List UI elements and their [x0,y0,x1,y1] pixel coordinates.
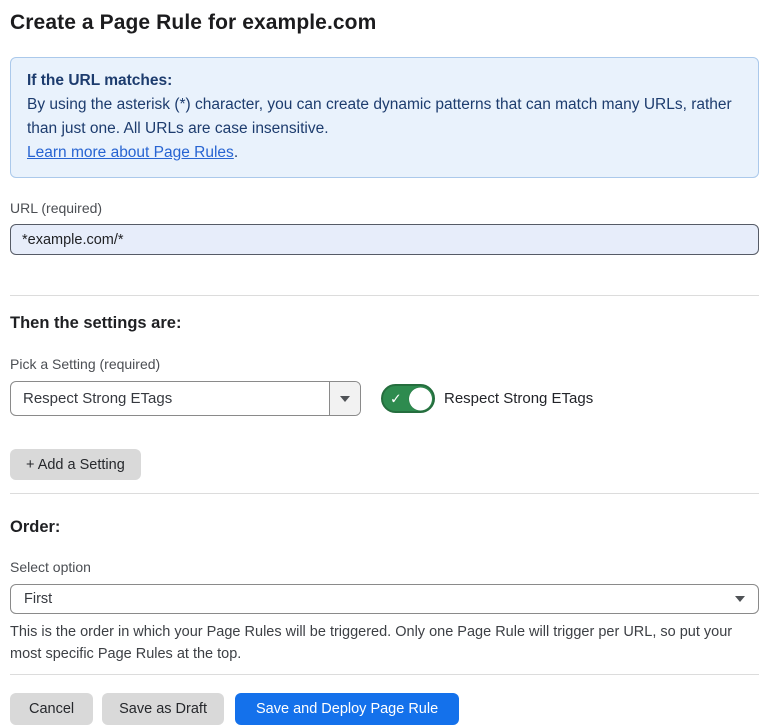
toggle-knob [409,387,432,410]
url-input[interactable] [10,224,759,255]
info-box-link-line: Learn more about Page Rules. [27,141,742,165]
link-suffix: . [234,144,238,161]
settings-section-heading: Then the settings are: [10,313,759,333]
order-select-value: First [24,591,735,607]
pick-setting-label: Pick a Setting (required) [10,355,759,373]
url-match-info-box: If the URL matches: By using the asteris… [10,57,759,178]
order-select-label: Select option [10,558,759,576]
url-field-label: URL (required) [10,199,759,217]
setting-dropdown-value: Respect Strong ETags [11,382,329,415]
order-help-text: This is the order in which your Page Rul… [10,621,759,665]
divider [10,493,759,494]
chevron-down-icon [340,396,350,402]
setting-dropdown-arrow-button[interactable] [329,382,360,415]
page-title: Create a Page Rule for example.com [10,10,759,36]
setting-dropdown[interactable]: Respect Strong ETags [10,381,361,416]
save-as-draft-button[interactable]: Save as Draft [102,693,224,725]
divider [10,674,759,675]
chevron-down-icon [735,596,745,602]
footer-actions: Cancel Save as Draft Save and Deploy Pag… [10,693,759,725]
save-and-deploy-button[interactable]: Save and Deploy Page Rule [235,693,459,725]
check-icon: ✓ [390,391,402,405]
setting-toggle-label: Respect Strong ETags [444,390,593,408]
setting-row: Respect Strong ETags ✓ Respect Strong ET… [10,381,759,416]
info-box-body: By using the asterisk (*) character, you… [27,93,742,141]
order-section-heading: Order: [10,517,759,537]
learn-more-link[interactable]: Learn more about Page Rules [27,144,234,161]
add-setting-button[interactable]: + Add a Setting [10,449,141,480]
create-page-rule-panel: Create a Page Rule for example.com If th… [0,0,769,718]
cancel-button[interactable]: Cancel [10,693,93,725]
divider [10,295,759,296]
info-box-heading: If the URL matches: [27,69,742,93]
setting-toggle[interactable]: ✓ [381,384,435,413]
order-select[interactable]: First [10,584,759,614]
